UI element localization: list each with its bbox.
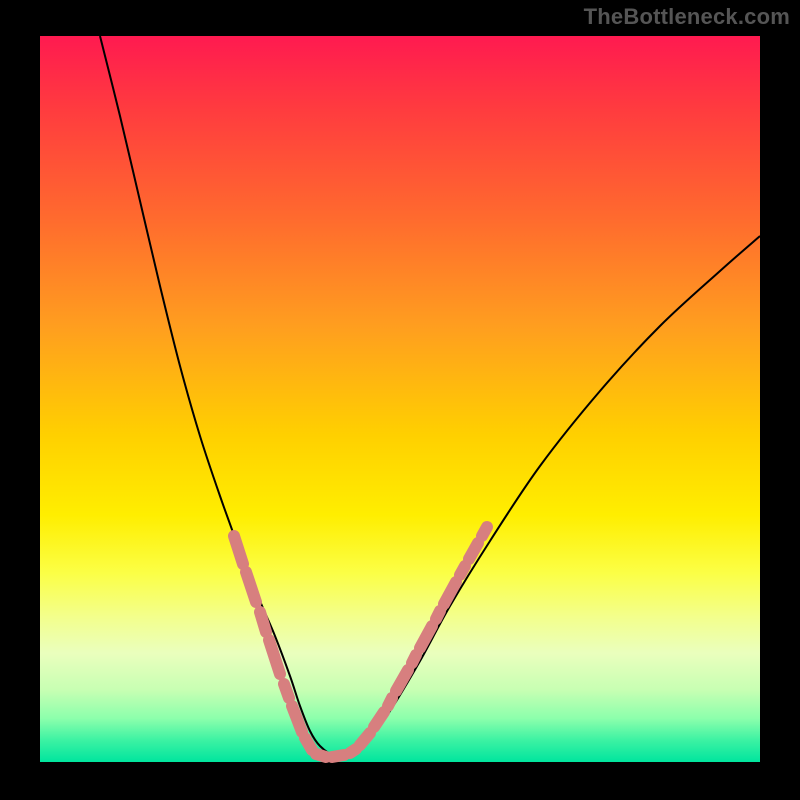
dash-segment	[469, 543, 478, 559]
curve-svg	[40, 36, 760, 762]
dash-segment	[284, 684, 289, 698]
dash-segment	[246, 572, 256, 602]
chart-frame: TheBottleneck.com	[0, 0, 800, 800]
dash-segment	[420, 626, 432, 648]
dash-segment	[332, 755, 344, 757]
dash-segment	[234, 536, 243, 564]
highlight-dashes	[234, 527, 487, 757]
dash-segment	[374, 712, 384, 727]
bottleneck-curve	[100, 36, 760, 757]
dash-segment	[350, 749, 356, 753]
dash-segment	[305, 738, 312, 750]
dash-segment	[436, 611, 440, 619]
dash-segment	[388, 698, 392, 706]
plot-area	[40, 36, 760, 762]
dash-segment	[412, 655, 416, 663]
dash-segment	[460, 566, 465, 575]
dash-segment	[360, 733, 370, 745]
dash-segment	[396, 670, 408, 691]
dash-segment	[260, 612, 266, 632]
dash-segment	[482, 527, 487, 536]
dash-segment	[316, 754, 326, 757]
watermark-text: TheBottleneck.com	[584, 4, 790, 30]
